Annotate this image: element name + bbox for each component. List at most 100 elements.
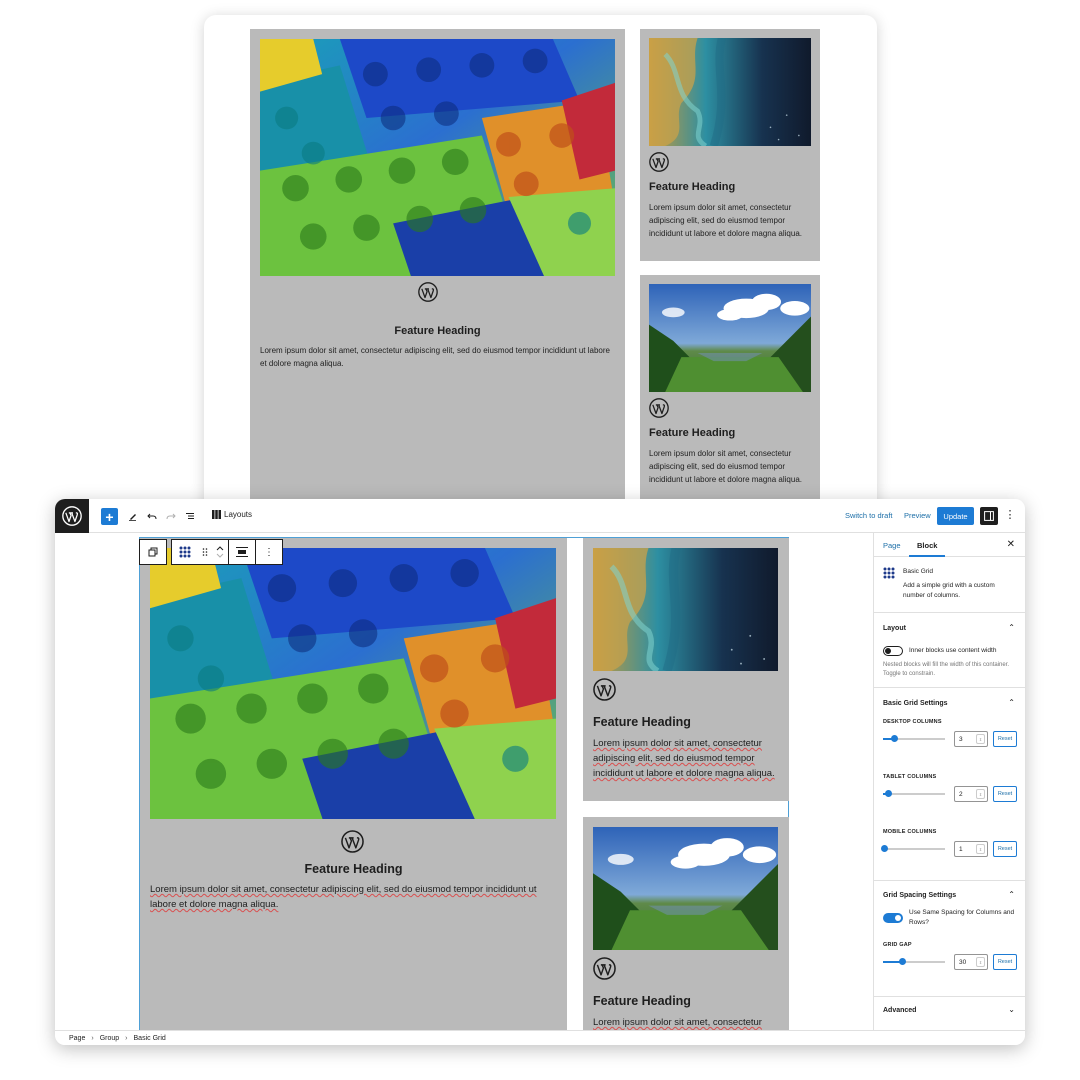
- same-spacing-toggle[interactable]: [883, 913, 903, 923]
- close-icon[interactable]: ✕: [1007, 539, 1015, 550]
- chevron-up-icon[interactable]: ⌃: [1008, 890, 1015, 899]
- move-up-down-icon[interactable]: [212, 540, 228, 564]
- block-toolbar: ⋮: [139, 539, 283, 565]
- wordpress-logo-button[interactable]: [55, 499, 89, 533]
- spacing-settings-title[interactable]: Grid Spacing Settings: [883, 892, 956, 899]
- desktop-columns-slider[interactable]: [883, 735, 945, 742]
- feature-heading: Feature Heading: [649, 181, 736, 193]
- grid-gap-label: GRID GAP: [883, 942, 912, 948]
- editor-feature-card-main[interactable]: Feature Heading Lorem ipsum dolor sit am…: [140, 538, 567, 1030]
- basic-grid-block-icon[interactable]: [172, 540, 198, 564]
- earth-aerial-image: [649, 38, 811, 146]
- redo-icon[interactable]: [164, 507, 178, 525]
- block-editor-window: + Layouts Switch to draft Preview Update…: [55, 499, 1025, 1045]
- editor-feature-card-side-2[interactable]: Feature Heading Lorem ipsum dolor sit am…: [583, 817, 789, 1030]
- sidebar-tabs: Page Block ✕: [874, 533, 1025, 557]
- tablet-columns-label: TABLET COLUMNS: [883, 774, 937, 780]
- preview-button[interactable]: Preview: [904, 511, 931, 520]
- block-options-icon[interactable]: ⋮: [256, 540, 282, 564]
- wordpress-icon: [418, 282, 438, 302]
- mountain-valley-image[interactable]: [593, 827, 778, 950]
- basic-grid-settings-panel: Basic Grid Settings ⌃ DESKTOP COLUMNS 3 ⇕…: [874, 688, 1025, 881]
- chevron-up-icon[interactable]: ⌃: [1008, 623, 1015, 632]
- mobile-columns-input[interactable]: 1 ⇕: [954, 841, 988, 857]
- mobile-columns-value: 1: [959, 845, 963, 853]
- grid-settings-title[interactable]: Basic Grid Settings: [883, 700, 948, 707]
- breadcrumb-item-basic-grid[interactable]: Basic Grid: [134, 1035, 166, 1042]
- undo-icon[interactable]: [145, 507, 159, 525]
- desktop-columns-label: DESKTOP COLUMNS: [883, 719, 942, 725]
- block-card: Basic Grid Add a simple grid with a cust…: [874, 557, 1025, 613]
- layout-panel: Layout ⌃ Inner blocks use content width …: [874, 613, 1025, 688]
- lego-bricks-image[interactable]: [150, 548, 556, 819]
- tablet-columns-slider[interactable]: [883, 790, 945, 797]
- preview-feature-card-side-1: Feature Heading Lorem ipsum dolor sit am…: [640, 29, 820, 261]
- preview-feature-card-side-2: Feature Heading Lorem ipsum dolor sit am…: [640, 275, 820, 535]
- layouts-label: Layouts: [224, 510, 253, 519]
- switch-to-draft-button[interactable]: Switch to draft: [845, 511, 893, 520]
- columns-icon: [212, 510, 221, 519]
- desktop-columns-input[interactable]: 3 ⇕: [954, 731, 988, 747]
- mountain-valley-image: [649, 284, 811, 392]
- desktop-reset-button[interactable]: Reset: [993, 731, 1017, 747]
- editor-top-bar: + Layouts Switch to draft Preview Update…: [55, 499, 1025, 533]
- options-menu-button[interactable]: ⋮: [1003, 508, 1017, 522]
- editor-feature-card-side-1[interactable]: Feature Heading Lorem ipsum dolor sit am…: [583, 538, 789, 801]
- layout-panel-title[interactable]: Layout: [883, 625, 906, 632]
- tablet-columns-input[interactable]: 2 ⇕: [954, 786, 988, 802]
- block-name: Basic Grid: [903, 568, 933, 575]
- sidebar-icon: [984, 511, 994, 521]
- breadcrumb-item-group[interactable]: Group: [100, 1035, 119, 1042]
- desktop-columns-value: 3: [959, 735, 963, 743]
- template-layouts-link[interactable]: Layouts: [212, 510, 252, 519]
- parent-selector-group: [139, 539, 167, 565]
- feature-heading[interactable]: Feature Heading: [593, 715, 691, 729]
- feature-heading[interactable]: Feature Heading: [140, 862, 567, 876]
- settings-sidebar: Page Block ✕ Basic Grid Add a simple gri…: [873, 533, 1025, 1030]
- block-breadcrumb: Page › Group › Basic Grid: [55, 1030, 1025, 1045]
- add-block-button[interactable]: +: [101, 508, 118, 525]
- content-width-toggle[interactable]: [883, 646, 903, 656]
- wordpress-icon: [649, 152, 669, 172]
- tablet-reset-button[interactable]: Reset: [993, 786, 1017, 802]
- wordpress-icon[interactable]: [593, 957, 616, 980]
- grid-gap-input[interactable]: 30 ⇕: [954, 954, 988, 970]
- tab-block[interactable]: Block: [917, 541, 937, 550]
- block-description: Add a simple grid with a custom number o…: [903, 582, 995, 599]
- settings-sidebar-toggle[interactable]: [980, 507, 998, 525]
- feature-body-text[interactable]: Lorem ipsum dolor sit amet, consectetur: [593, 1015, 778, 1030]
- feature-heading[interactable]: Feature Heading: [593, 994, 691, 1008]
- grid-spacing-panel: Grid Spacing Settings ⌃ Use Same Spacing…: [874, 881, 1025, 997]
- chevron-up-icon[interactable]: ⌃: [1008, 698, 1015, 707]
- mobile-reset-button[interactable]: Reset: [993, 841, 1017, 857]
- advanced-panel-title[interactable]: Advanced: [883, 1007, 916, 1014]
- feature-body-text: Lorem ipsum dolor sit amet, consectetur …: [649, 203, 802, 238]
- chevron-right-icon: ›: [125, 1034, 128, 1042]
- drag-handle-icon[interactable]: [198, 540, 212, 564]
- update-button[interactable]: Update: [937, 507, 974, 525]
- chevron-down-icon[interactable]: ⌄: [1008, 1005, 1015, 1014]
- preview-feature-card-main: Feature Heading Lorem ipsum dolor sit am…: [250, 29, 625, 529]
- feature-body-text[interactable]: Lorem ipsum dolor sit amet, consectetur …: [593, 736, 778, 781]
- grid-gap-value: 30: [959, 958, 967, 966]
- earth-aerial-image[interactable]: [593, 548, 778, 671]
- wordpress-icon[interactable]: [341, 830, 364, 853]
- align-icon[interactable]: [229, 540, 255, 564]
- wordpress-icon: [62, 506, 82, 526]
- tab-page[interactable]: Page: [883, 541, 901, 550]
- mobile-columns-slider[interactable]: [881, 845, 945, 852]
- mobile-columns-label: MOBILE COLUMNS: [883, 829, 937, 835]
- editor-canvas: Feature Heading Lorem ipsum dolor sit am…: [55, 533, 873, 1030]
- tablet-columns-value: 2: [959, 790, 963, 798]
- feature-body-text[interactable]: Lorem ipsum dolor sit amet, consectetur …: [150, 882, 556, 912]
- grid-gap-slider[interactable]: [883, 958, 945, 965]
- edit-pencil-icon[interactable]: [126, 507, 140, 525]
- breadcrumb-item-page[interactable]: Page: [69, 1035, 85, 1042]
- select-parent-block-icon[interactable]: [140, 540, 166, 564]
- feature-heading: Feature Heading: [394, 325, 481, 337]
- wordpress-icon[interactable]: [593, 678, 616, 701]
- block-controls-group: ⋮: [171, 539, 283, 565]
- grid-gap-reset-button[interactable]: Reset: [993, 954, 1017, 970]
- document-overview-icon[interactable]: [183, 507, 197, 525]
- feature-body-text: Lorem ipsum dolor sit amet, consectetur …: [260, 346, 610, 368]
